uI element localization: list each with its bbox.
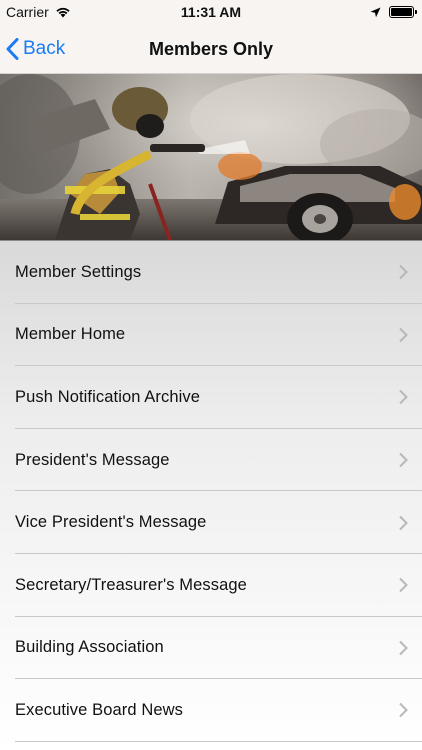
back-label: Back bbox=[23, 38, 66, 59]
chevron-right-icon bbox=[399, 390, 408, 405]
chevron-right-icon bbox=[399, 327, 408, 343]
menu-item-label: Member Home bbox=[15, 325, 126, 344]
chevron-right-icon bbox=[399, 452, 408, 468]
menu-item-building-association[interactable]: Building Association bbox=[0, 617, 422, 680]
chevron-right-icon bbox=[399, 578, 408, 593]
menu-item-secretary-treasurers-message[interactable]: Secretary/Treasurer's Message bbox=[0, 554, 422, 617]
menu-item-label: Secretary/Treasurer's Message bbox=[15, 575, 247, 594]
location-arrow-icon bbox=[370, 7, 381, 17]
menu-item-label: Member Settings bbox=[15, 262, 142, 281]
wifi-icon bbox=[56, 7, 70, 18]
chevron-right-icon bbox=[399, 265, 408, 280]
battery-level bbox=[391, 8, 412, 16]
navigation-bar: Back Members Only bbox=[0, 24, 422, 74]
menu-item-member-settings[interactable]: Member Settings bbox=[0, 241, 422, 304]
menu-item-label: Vice President's Message bbox=[15, 513, 207, 532]
chevron-right-icon bbox=[399, 640, 408, 656]
chevron-right-icon bbox=[399, 515, 408, 530]
back-button[interactable]: Back bbox=[6, 24, 65, 74]
status-left: Carrier bbox=[6, 4, 71, 20]
chevron-right-icon bbox=[399, 703, 408, 718]
status-bar: Carrier 11:31 AM bbox=[0, 0, 422, 24]
menu-item-vice-presidents-message[interactable]: Vice President's Message bbox=[0, 491, 422, 554]
firefighter-illustration bbox=[0, 74, 422, 240]
menu-item-label: Building Association bbox=[15, 638, 164, 657]
menu-item-label: President's Message bbox=[15, 450, 170, 469]
members-menu-list: Member Settings Member Home Push Notific… bbox=[0, 240, 422, 750]
menu-item-push-notification-archive[interactable]: Push Notification Archive bbox=[0, 366, 422, 429]
banner-image bbox=[0, 74, 422, 240]
status-right bbox=[370, 6, 417, 18]
menu-item-presidents-message[interactable]: President's Message bbox=[0, 429, 422, 492]
battery-icon bbox=[389, 6, 417, 18]
menu-item-label: Executive Board News bbox=[15, 700, 183, 719]
menu-item-executive-board-news[interactable]: Executive Board News bbox=[0, 679, 422, 742]
chevron-left-icon bbox=[6, 38, 19, 60]
menu-item-member-home[interactable]: Member Home bbox=[0, 304, 422, 367]
carrier-label: Carrier bbox=[6, 4, 49, 20]
menu-item-label: Push Notification Archive bbox=[15, 387, 201, 406]
